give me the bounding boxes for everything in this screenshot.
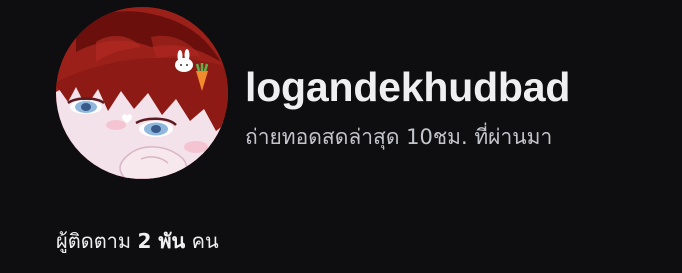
channel-card: logandekhudbad ถ่ายทอดสดล่าสุด 10ชม. ที่…	[0, 0, 682, 273]
channel-username[interactable]: logandekhudbad	[245, 62, 570, 112]
followers-number: 2 พัน	[137, 229, 186, 253]
followers-count: ผู้ติดตาม 2 พัน คน	[56, 226, 219, 256]
avatar-image	[56, 7, 228, 179]
avatar[interactable]	[56, 7, 228, 179]
followers-unit: คน	[191, 229, 219, 253]
followers-label: ผู้ติดตาม	[56, 229, 132, 253]
last-live-status: ถ่ายทอดสดล่าสุด 10ชม. ที่ผ่านมา	[245, 125, 553, 149]
